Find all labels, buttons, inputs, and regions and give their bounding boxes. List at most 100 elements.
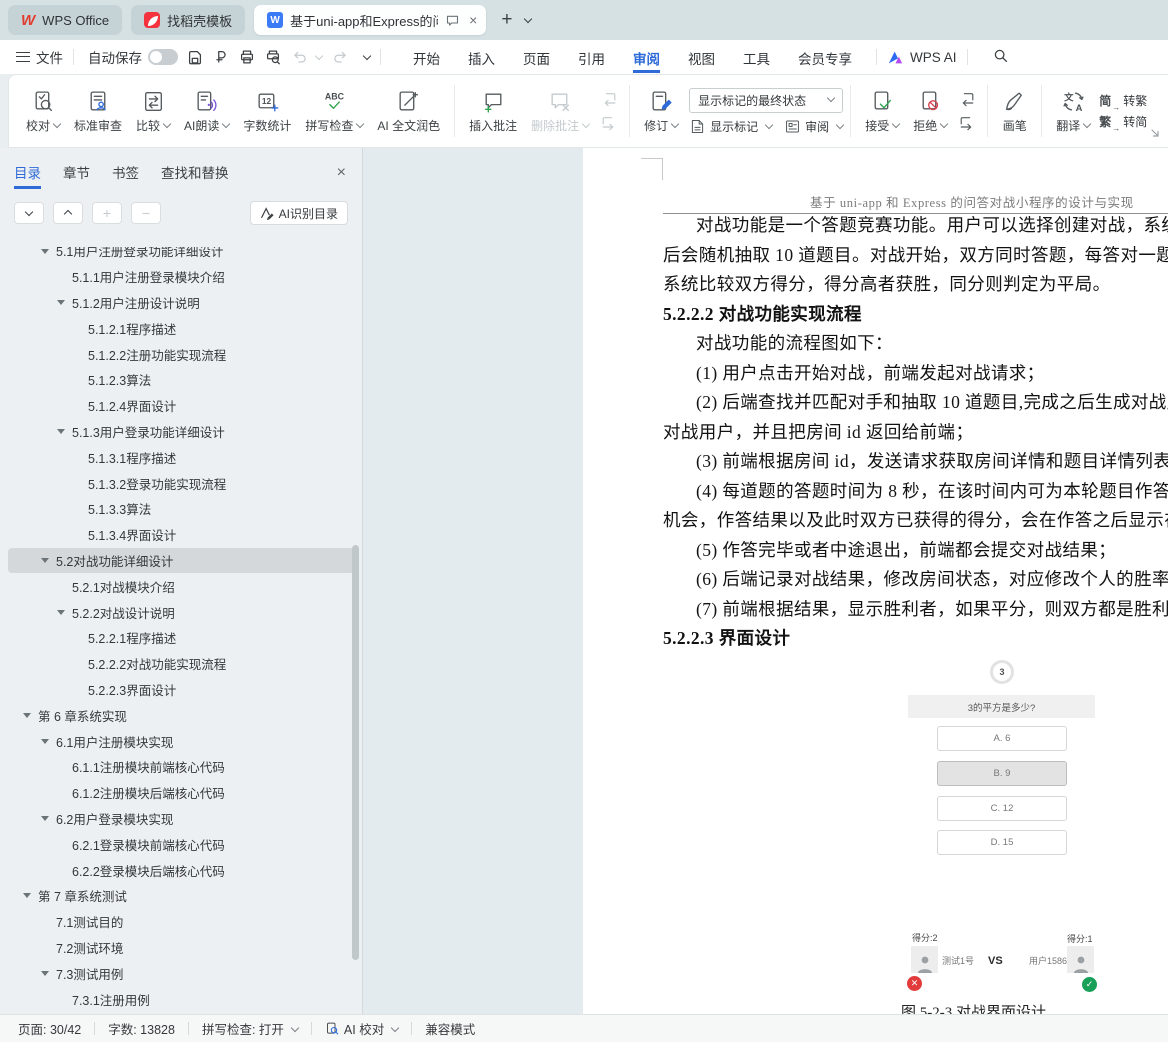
delete-comment-button[interactable]: 删除批注 xyxy=(524,85,596,138)
previous-comment-icon[interactable] xyxy=(598,90,620,108)
collapse-prev-button[interactable] xyxy=(53,202,83,224)
new-tab-button[interactable]: + xyxy=(501,9,512,31)
sidebar-tab-chapters[interactable]: 章节 xyxy=(63,162,90,189)
collapse-arrow-icon[interactable] xyxy=(57,300,65,305)
toc-item[interactable]: 7.2测试环境 xyxy=(0,935,362,961)
toc-item[interactable]: 5.1.2用户注册设计说明 xyxy=(0,290,362,316)
previous-change-icon[interactable] xyxy=(956,90,978,108)
track-changes-button[interactable]: 修订 xyxy=(637,85,685,138)
tab-home[interactable]: 开始 xyxy=(413,42,440,73)
close-tab-icon[interactable]: × xyxy=(469,12,477,28)
toc-item[interactable]: 5.1用户注册登录功能详细设计 xyxy=(0,247,362,264)
tab-wps-office[interactable]: W WPS Office xyxy=(8,5,122,35)
toc-item[interactable]: 5.1.2.4界面设计 xyxy=(0,393,362,419)
undo-button[interactable] xyxy=(286,45,312,69)
tab-insert[interactable]: 插入 xyxy=(468,42,495,73)
collapse-arrow-icon[interactable] xyxy=(57,610,65,615)
toc-item[interactable]: 第 7 章系统测试 xyxy=(0,883,362,909)
redo-button[interactable] xyxy=(328,45,354,69)
collapse-arrow-icon[interactable] xyxy=(41,249,49,254)
expand-all-button[interactable]: + xyxy=(92,202,122,224)
ai-read-aloud-button[interactable]: AI朗读 xyxy=(177,85,236,138)
collapse-arrow-icon[interactable] xyxy=(41,971,49,976)
expand-next-button[interactable] xyxy=(14,202,44,224)
tab-review[interactable]: 审阅 xyxy=(633,42,660,73)
toc-item[interactable]: 6.2.2登录模块后端核心代码 xyxy=(0,857,362,883)
ink-brush-button[interactable]: 画笔 xyxy=(995,85,1034,138)
tab-document[interactable]: W 基于uni-app和Express的问答 × xyxy=(254,5,486,35)
toc-item[interactable]: 6.2用户登录模块实现 xyxy=(0,806,362,832)
toc-item[interactable]: 6.1用户注册模块实现 xyxy=(0,728,362,754)
collapse-arrow-icon[interactable] xyxy=(41,739,49,744)
toc-item[interactable]: 6.1.2注册模块后端核心代码 xyxy=(0,780,362,806)
toc-item[interactable]: 5.2.1对战模块介绍 xyxy=(0,573,362,599)
reject-button[interactable]: 拒绝 xyxy=(906,85,954,138)
toc-item[interactable]: 5.1.3.3算法 xyxy=(0,496,362,522)
toc-item[interactable]: 6.2.1登录模块前端核心代码 xyxy=(0,831,362,857)
close-sidebar-icon[interactable]: × xyxy=(337,164,346,182)
toc-item-selected[interactable]: 5.2对战功能详细设计 xyxy=(8,548,354,574)
ai-recognize-toc-button[interactable]: AI识别目录 xyxy=(250,201,348,225)
export-icon[interactable] xyxy=(208,45,234,69)
toc-item[interactable]: 5.1.3用户登录功能详细设计 xyxy=(0,419,362,445)
toc-item[interactable]: 7.3测试用例 xyxy=(0,960,362,986)
sidebar-tab-contents[interactable]: 目录 xyxy=(14,162,41,189)
comment-bubble-icon[interactable] xyxy=(445,13,460,28)
collapse-arrow-icon[interactable] xyxy=(23,893,31,898)
toc-item[interactable]: 5.1.2.3算法 xyxy=(0,367,362,393)
reviewers-button[interactable]: 审阅 xyxy=(784,118,843,135)
insert-comment-button[interactable]: 插入批注 xyxy=(462,85,524,138)
search-icon[interactable] xyxy=(992,47,1009,67)
ai-polish-button[interactable]: AI 全文润色 xyxy=(370,85,447,138)
collapse-all-button[interactable]: − xyxy=(131,202,161,224)
toc-item[interactable]: 5.1.3.2登录功能实现流程 xyxy=(0,470,362,496)
tab-list-chevron-icon[interactable] xyxy=(524,15,532,23)
show-markup-button[interactable]: 显示标记 xyxy=(689,118,772,135)
toc-item[interactable]: 5.1.2.2注册功能实现流程 xyxy=(0,341,362,367)
file-menu-button[interactable]: 文件 xyxy=(16,47,63,67)
compare-button[interactable]: 比较 xyxy=(129,85,177,138)
next-change-icon[interactable] xyxy=(956,114,978,132)
toc-item[interactable]: 5.1.1用户注册登录模块介绍 xyxy=(0,264,362,290)
toc-item[interactable]: 5.1.2.1程序描述 xyxy=(0,315,362,341)
sidebar-scrollbar[interactable] xyxy=(352,545,359,960)
translate-button[interactable]: 文 A 翻译 xyxy=(1049,85,1097,138)
autosave-toggle[interactable] xyxy=(148,49,178,65)
print-button[interactable] xyxy=(234,45,260,69)
ai-proofread-status[interactable]: AI 校对 xyxy=(325,1019,398,1038)
tab-docer-templates[interactable]: 找稻壳模板 xyxy=(131,5,245,35)
collapse-arrow-icon[interactable] xyxy=(41,558,49,563)
to-traditional-button[interactable]: 简 转繁 xyxy=(1099,92,1147,109)
markup-state-select[interactable]: 显示标记的最终状态 xyxy=(689,88,843,113)
collapse-arrow-icon[interactable] xyxy=(41,816,49,821)
sidebar-tab-find-replace[interactable]: 查找和替换 xyxy=(161,162,229,189)
toc-item[interactable]: 5.2.2对战设计说明 xyxy=(0,599,362,625)
wps-ai-button[interactable]: WPS AI xyxy=(887,50,957,65)
tab-reference[interactable]: 引用 xyxy=(578,42,605,73)
more-commands-chevron-icon[interactable] xyxy=(363,52,371,60)
tab-tools[interactable]: 工具 xyxy=(743,42,770,73)
to-simplified-button[interactable]: 繁 转简 xyxy=(1099,113,1147,130)
word-count-button[interactable]: 12 字数统计 xyxy=(236,85,298,138)
save-button[interactable] xyxy=(182,45,208,69)
tab-page[interactable]: 页面 xyxy=(523,42,550,73)
accept-button[interactable]: 接受 xyxy=(858,85,906,138)
document-page[interactable]: 基于 uni-app 和 Express 的问答对战小程序的设计与实现 对战功能… xyxy=(583,148,1168,1014)
proofread-button[interactable]: 校对 xyxy=(19,85,67,138)
next-comment-icon[interactable] xyxy=(598,114,620,132)
toc-item[interactable]: 第 6 章系统实现 xyxy=(0,702,362,728)
ribbon-expand-icon[interactable] xyxy=(1150,125,1160,143)
spell-check-status[interactable]: 拼写检查: 打开 xyxy=(202,1019,298,1038)
standard-review-button[interactable]: 标准审查 xyxy=(67,85,129,138)
toc-item[interactable]: 6.1.1注册模块前端核心代码 xyxy=(0,754,362,780)
sidebar-tab-bookmarks[interactable]: 书签 xyxy=(112,162,139,189)
spell-check-button[interactable]: ABC 拼写检查 xyxy=(298,85,370,138)
toc-item[interactable]: 5.2.2.1程序描述 xyxy=(0,625,362,651)
toc-item[interactable]: 5.1.3.1程序描述 xyxy=(0,444,362,470)
tab-member[interactable]: 会员专享 xyxy=(798,42,852,73)
toc-item[interactable]: 7.1测试目的 xyxy=(0,909,362,935)
toc-item[interactable]: 5.1.3.4界面设计 xyxy=(0,522,362,548)
toc-item[interactable]: 5.2.2.2对战功能实现流程 xyxy=(0,651,362,677)
tab-view[interactable]: 视图 xyxy=(688,42,715,73)
toc-item[interactable]: 5.2.2.3界面设计 xyxy=(0,677,362,703)
